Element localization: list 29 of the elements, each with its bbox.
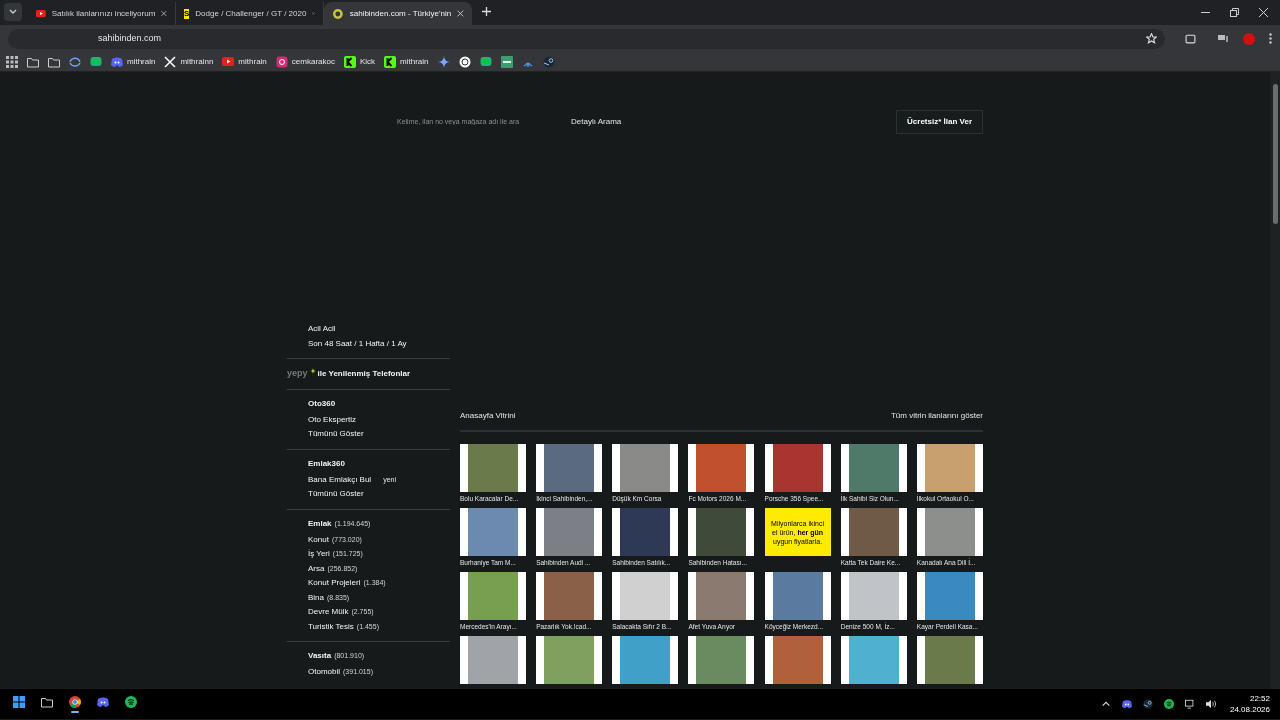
bookmark-link[interactable]: mithrain: [111, 55, 156, 68]
category-link[interactable]: Oto Ekspertiz: [308, 412, 356, 427]
browser-tab[interactable]: sahibinden.com - Türkiye'nin: [324, 2, 472, 25]
bookmark-link[interactable]: mithrain: [384, 55, 429, 68]
address-bar[interactable]: sahibinden.com: [8, 28, 1165, 49]
category-link[interactable]: Tümünü Göster: [308, 427, 364, 442]
clock-date: 24.08.2026: [1229, 704, 1270, 715]
bookmark-link[interactable]: mithrainn: [164, 55, 214, 68]
site-logo-icon: S: [184, 8, 190, 19]
url-text: sahibinden.com: [98, 31, 162, 45]
post-listing-button[interactable]: Ücretsiz* İlan Ver: [896, 110, 983, 134]
detailed-search-link[interactable]: Detaylı Arama: [571, 116, 622, 128]
bookmark-link[interactable]: cemkarakoc: [275, 55, 335, 68]
category-link[interactable]: Acil Acil: [308, 322, 336, 337]
tab-title: sahibinden.com - Türkiye'nin: [349, 7, 452, 20]
section-title: Anasayfa Vitrini: [460, 410, 516, 422]
category-link[interactable]: Tümünü Göster: [308, 487, 364, 502]
promo-link[interactable]: ile Yenilenmiş Telefonlar: [317, 367, 411, 380]
tab-title: Dodge / Challenger / GT / 2020: [195, 7, 307, 20]
brand-logo: yepy: [287, 367, 308, 380]
clock-time: 22:52: [1249, 693, 1270, 704]
category-link[interactable]: Bana Emlakçı Bul: [308, 472, 372, 487]
category-title[interactable]: Oto360: [308, 396, 450, 411]
tab-title: Satılık ilanlarınızı inceliyorum: [51, 7, 156, 20]
show-all-link[interactable]: Tüm vitrin ilanlarını göster: [890, 410, 983, 422]
bookmark-link[interactable]: Kick: [343, 55, 376, 68]
bookmark-link[interactable]: mithrain: [222, 55, 267, 68]
category-title[interactable]: Emlak360: [308, 456, 450, 471]
category-link[interactable]: Son 48 Saat / 1 Hafta / 1 Ay: [308, 336, 407, 351]
